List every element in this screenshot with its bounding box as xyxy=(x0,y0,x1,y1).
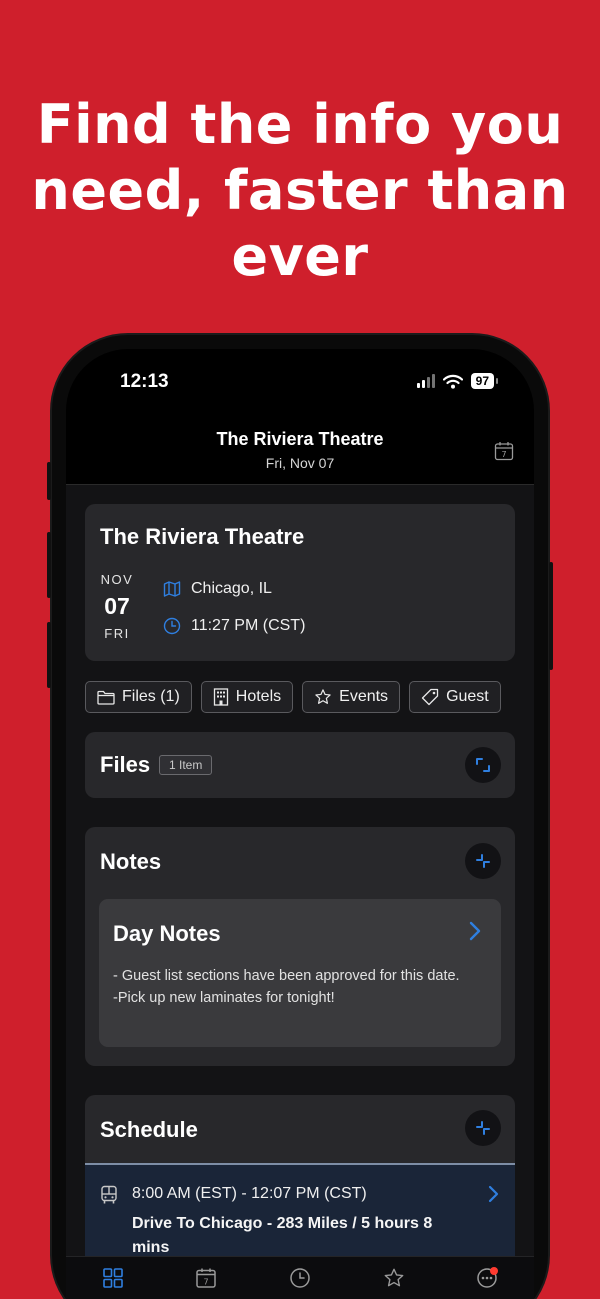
quick-filter-chips: Files (1) Hotels Events Guest xyxy=(85,681,534,715)
day-notes-card[interactable]: Day Notes - Guest list sections have bee… xyxy=(99,899,501,1047)
tab-recent[interactable] xyxy=(253,1257,347,1299)
chip-hotels[interactable]: Hotels xyxy=(200,681,294,713)
tab-calendar-day: 7 xyxy=(204,1278,209,1287)
venue-location[interactable]: Chicago, IL xyxy=(163,580,272,598)
calendar-icon-day: 7 xyxy=(501,450,506,459)
files-section[interactable]: Files 1 Item xyxy=(85,732,515,798)
schedule-title: Schedule xyxy=(100,1117,198,1142)
scroll-content[interactable]: The Riviera Theatre NOV 07 FRI Chicago, … xyxy=(66,485,534,1256)
chip-guest-label: Guest xyxy=(446,688,489,705)
chevron-right-icon xyxy=(488,1185,499,1203)
expand-button[interactable] xyxy=(465,747,501,783)
tab-more[interactable] xyxy=(440,1257,534,1299)
headline: Find the info you need, faster than ever xyxy=(31,93,569,288)
day-notes-title: Day Notes xyxy=(113,921,221,946)
date-month: NOV xyxy=(100,572,134,587)
time-text: 11:27 PM (CST) xyxy=(191,617,306,634)
date-day: 07 xyxy=(104,593,130,619)
chip-files[interactable]: Files (1) xyxy=(85,681,192,713)
bus-icon xyxy=(101,1185,117,1204)
calendar-icon[interactable]: 7 xyxy=(494,441,514,461)
status-time: 12:13 xyxy=(120,371,169,392)
venue-name: The Riviera Theatre xyxy=(100,524,305,549)
chip-guest[interactable]: Guest xyxy=(409,681,501,713)
collapse-icon xyxy=(476,854,490,868)
phone-screen: 12:13 97 The Riviera Theatre Fri, Nov 07… xyxy=(66,349,534,1299)
note-line: - Guest list sections have been approved… xyxy=(113,968,460,984)
grid-icon xyxy=(102,1268,123,1288)
schedule-item[interactable]: 8:00 AM (EST) - 12:07 PM (CST) Drive To … xyxy=(85,1163,515,1256)
notes-section: Notes Day Notes - Guest list sections ha… xyxy=(85,827,515,1066)
schedule-item-description: Drive To Chicago - 283 Miles / 5 hours 8… xyxy=(132,1215,433,1256)
status-indicators: 97 xyxy=(416,373,499,389)
files-count-badge: 1 Item xyxy=(159,755,213,775)
location-text: Chicago, IL xyxy=(191,580,272,597)
nav-subtitle: Fri, Nov 07 xyxy=(265,455,335,471)
phone-side-button xyxy=(47,532,51,598)
battery-indicator: 97 xyxy=(470,373,499,389)
chip-files-label: Files (1) xyxy=(122,688,180,705)
collapse-icon xyxy=(476,1121,490,1135)
map-icon xyxy=(163,581,181,597)
day-notes-text: - Guest list sections have been approved… xyxy=(113,965,493,1009)
venue-time: 11:27 PM (CST) xyxy=(163,617,305,635)
chevron-right-icon xyxy=(469,921,481,941)
schedule-item-time: 8:00 AM (EST) - 12:07 PM (CST) xyxy=(132,1185,367,1202)
phone-side-button xyxy=(47,462,51,500)
note-line: -Pick up new laminates for tonight! xyxy=(113,990,335,1006)
tab-calendar[interactable]: 7 xyxy=(160,1257,254,1299)
building-icon xyxy=(213,688,228,706)
schedule-section: Schedule 8:00 AM (EST) - 12:07 PM (CST) xyxy=(85,1095,515,1256)
phone-side-button xyxy=(549,562,553,670)
ticket-icon xyxy=(421,688,439,706)
date-block: NOV 07 FRI xyxy=(99,572,135,641)
date-weekday: FRI xyxy=(104,626,130,641)
star-icon xyxy=(384,1268,403,1287)
nav-title: The Riviera Theatre xyxy=(216,429,384,449)
tab-dashboard[interactable] xyxy=(66,1257,160,1299)
tab-bar: 7 xyxy=(66,1256,534,1299)
star-icon xyxy=(315,689,331,704)
clock-icon xyxy=(290,1268,310,1288)
files-title: Files xyxy=(100,752,151,777)
phone-side-button xyxy=(47,622,51,688)
tab-favorites[interactable] xyxy=(347,1257,441,1299)
signal-icon xyxy=(416,374,435,388)
chip-hotels-label: Hotels xyxy=(235,688,282,705)
chip-events[interactable]: Events xyxy=(302,681,401,713)
expand-icon xyxy=(476,758,490,772)
wifi-icon xyxy=(442,374,463,389)
folder-icon xyxy=(97,690,115,705)
collapse-button[interactable] xyxy=(465,1110,501,1146)
clock-icon xyxy=(163,617,181,635)
venue-card[interactable]: The Riviera Theatre NOV 07 FRI Chicago, … xyxy=(85,504,515,661)
calendar-icon: 7 xyxy=(196,1268,217,1288)
notes-title: Notes xyxy=(100,849,162,874)
chip-events-label: Events xyxy=(339,688,389,705)
collapse-button[interactable] xyxy=(465,843,501,879)
